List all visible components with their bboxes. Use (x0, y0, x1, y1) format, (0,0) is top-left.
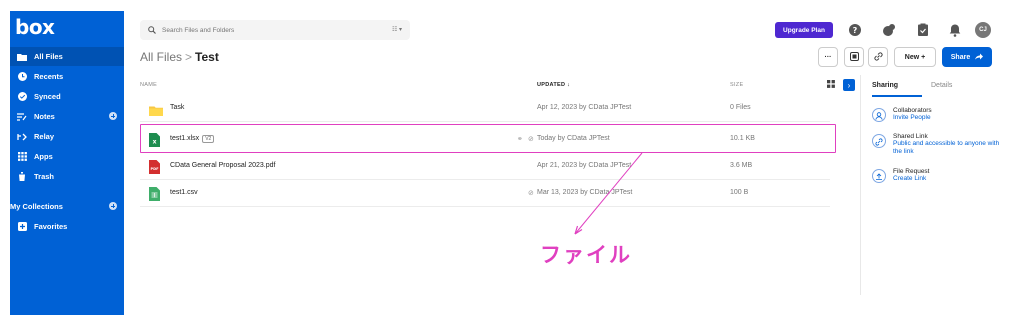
sidebar-item-all-files[interactable]: All Files (10, 47, 124, 66)
breadcrumb-current: Test (195, 50, 219, 64)
user-avatar[interactable]: CJ (975, 22, 991, 38)
collections-label: My Collections (10, 202, 63, 211)
column-header-size[interactable]: SIZE (730, 82, 743, 88)
file-size: 3.6 MB (730, 162, 753, 169)
copy-link-button[interactable] (868, 47, 888, 67)
folder-icon (149, 103, 163, 116)
sidebar-item-label: Apps (34, 152, 53, 161)
file-name[interactable]: test1.csv (170, 189, 198, 196)
shared-link-icon[interactable]: ⊘ (528, 189, 534, 197)
annotation-label: ファイル (540, 243, 632, 267)
file-size: 100 B (730, 189, 749, 196)
sidebar-item-label: Trash (34, 172, 55, 181)
breadcrumb-root[interactable]: All Files (140, 50, 182, 64)
notes-icon (17, 112, 27, 122)
panel-divider (860, 75, 861, 295)
file-name[interactable]: CData General Proposal 2023.pdf (170, 162, 275, 169)
sidebar-item-notes[interactable]: Notes (10, 107, 124, 126)
link-icon (872, 134, 886, 148)
sidebar-item-relay[interactable]: Relay (10, 127, 124, 146)
filter-icon[interactable]: ☷ ▾ (392, 26, 402, 33)
search-input[interactable] (162, 26, 362, 34)
file-updated: Mar 13, 2023 by CData JPTest (537, 189, 633, 196)
upload-icon (872, 169, 886, 183)
column-header-name[interactable]: NAME (140, 82, 157, 88)
check-circle-icon (17, 92, 27, 102)
sidebar-item-recents[interactable]: Recents (10, 67, 124, 86)
share-button-label: Share (950, 53, 971, 61)
sidebar-item-label: Recents (34, 72, 64, 81)
breadcrumb: All Files > Test (140, 50, 219, 64)
add-note-icon[interactable] (109, 112, 117, 120)
highlight-box (140, 124, 836, 153)
notifications-bell-icon[interactable] (948, 23, 962, 37)
file-updated: Apr 12, 2023 by CData JPTest (537, 104, 632, 111)
upgrade-plan-button[interactable]: Upgrade Plan (775, 22, 833, 38)
svg-text:PDF: PDF (150, 167, 159, 171)
trash-icon (17, 172, 27, 182)
toggle-sidebar-panel-icon[interactable]: › (843, 79, 855, 91)
sidebar: box All Files Recents Synced Notes Relay… (10, 11, 124, 315)
folder-icon (17, 52, 27, 62)
relay-icon (17, 132, 27, 142)
sidebar-my-collections[interactable]: My Collections (10, 197, 124, 216)
search-bar[interactable]: ☷ ▾ (140, 20, 410, 40)
file-request-title: File Request (893, 168, 930, 175)
sidebar-item-label: All Files (34, 52, 63, 61)
grid-view-icon[interactable] (827, 80, 836, 89)
shared-link-setting[interactable]: Public and accessible to anyone with the… (893, 140, 1003, 156)
new-button[interactable]: New + (894, 47, 936, 67)
pdf-file-icon: PDF (149, 160, 160, 174)
activity-icon[interactable] (882, 23, 896, 37)
sidebar-item-apps[interactable]: Apps (10, 147, 124, 166)
share-arrow-icon (975, 53, 984, 62)
search-icon (148, 21, 156, 39)
share-button[interactable]: Share (942, 47, 992, 67)
clock-icon (17, 72, 27, 82)
table-row[interactable]: test1.csv ⊘ Mar 13, 2023 by CData JPTest… (140, 180, 830, 207)
svg-text:?: ? (853, 26, 858, 35)
active-tab-underline (872, 95, 922, 97)
more-options-button[interactable]: ··· (818, 47, 838, 67)
sidebar-item-label: Relay (34, 132, 55, 141)
sidebar-item-label: Notes (34, 112, 55, 121)
person-icon (872, 108, 886, 122)
sidebar-item-label: Synced (34, 92, 61, 101)
collections-button[interactable] (844, 47, 864, 67)
create-link-link[interactable]: Create Link (893, 175, 1003, 183)
tab-details[interactable]: Details (931, 82, 952, 89)
add-to-collection-icon (849, 51, 859, 63)
column-header-updated[interactable]: UPDATED ↓ (537, 82, 570, 88)
sidebar-item-synced[interactable]: Synced (10, 87, 124, 106)
invite-people-link[interactable]: Invite People (893, 114, 1003, 122)
box-app: box All Files Recents Synced Notes Relay… (10, 11, 1004, 315)
file-size: 0 Files (730, 104, 751, 111)
box-logo[interactable]: box (15, 15, 55, 39)
link-icon (873, 51, 883, 63)
collaborators-title: Collaborators (893, 107, 932, 114)
breadcrumb-separator: > (185, 50, 193, 64)
tasks-icon[interactable] (916, 23, 930, 37)
table-row[interactable]: Task Apr 12, 2023 by CData JPTest 0 File… (140, 95, 830, 122)
sidebar-item-trash[interactable]: Trash (10, 167, 124, 186)
help-icon[interactable]: ? (848, 23, 862, 37)
sidebar-item-favorites[interactable]: Favorites (10, 217, 124, 236)
add-collection-icon[interactable] (109, 202, 117, 210)
tab-sharing[interactable]: Sharing (872, 82, 898, 89)
shared-link-title: Shared Link (893, 133, 928, 140)
file-name[interactable]: Task (170, 104, 184, 111)
sidebar-item-label: Favorites (34, 222, 68, 231)
table-row[interactable]: PDF CData General Proposal 2023.pdf Apr … (140, 153, 830, 180)
favorites-icon (17, 222, 27, 232)
file-updated: Apr 21, 2023 by CData JPTest (537, 162, 632, 169)
csv-file-icon (149, 187, 160, 201)
grid-icon (17, 152, 27, 162)
